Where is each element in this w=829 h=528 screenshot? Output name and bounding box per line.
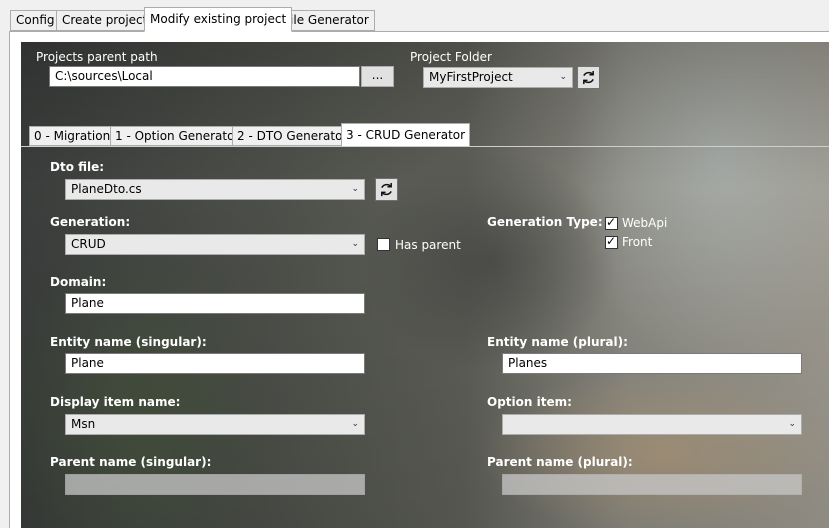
tab-modify-existing-project[interactable]: Modify existing project <box>144 7 293 32</box>
option-item-dropdown[interactable]: ⌄ <box>502 414 802 435</box>
display-item-dropdown[interactable]: Msn ⌄ <box>65 414 365 435</box>
project-folder-dropdown[interactable]: MyFirstProject ⌄ <box>423 67 573 88</box>
display-item-value: Msn <box>71 417 96 431</box>
subtab-divider <box>21 146 829 147</box>
chevron-down-icon: ⌄ <box>788 419 796 429</box>
webapi-checkbox[interactable] <box>605 215 618 230</box>
tab-config[interactable]: Config <box>10 10 61 31</box>
domain-label: Domain: <box>50 275 107 289</box>
entity-plural-input[interactable]: Planes <box>502 353 802 374</box>
tab-file-generator[interactable]: File Generator <box>278 10 375 31</box>
generation-dropdown[interactable]: CRUD ⌄ <box>65 234 365 255</box>
project-folder-value: MyFirstProject <box>429 70 513 84</box>
entity-singular-label: Entity name (singular): <box>50 335 207 349</box>
entity-plural-label: Entity name (plural): <box>487 335 628 349</box>
entity-singular-input[interactable]: Plane <box>65 353 365 374</box>
webapi-label: WebApi <box>622 216 668 230</box>
parent-singular-input[interactable] <box>65 474 365 495</box>
subtab-option-generator[interactable]: 1 - Option Generator <box>110 126 245 146</box>
parent-plural-label: Parent name (plural): <box>487 455 633 469</box>
project-folder-label: Project Folder <box>410 50 492 64</box>
has-parent-checkbox[interactable] <box>377 238 390 251</box>
chevron-down-icon: ⌄ <box>351 184 359 194</box>
refresh-icon <box>583 70 594 85</box>
projects-parent-path-label: Projects parent path <box>36 50 158 64</box>
option-item-label: Option item: <box>487 395 572 409</box>
dto-file-value: PlaneDto.cs <box>71 182 142 196</box>
parent-plural-input[interactable] <box>502 474 802 495</box>
generation-label: Generation: <box>50 215 131 229</box>
projects-parent-path-input[interactable]: C:\sources\Local <box>49 66 360 87</box>
generation-type-label: Generation Type: <box>487 215 603 229</box>
parent-singular-label: Parent name (singular): <box>50 455 212 469</box>
refresh-project-folder-button[interactable] <box>577 66 600 89</box>
display-item-label: Display item name: <box>50 395 181 409</box>
refresh-icon <box>381 182 392 197</box>
chevron-down-icon: ⌄ <box>351 419 359 429</box>
front-checkbox[interactable] <box>605 234 618 249</box>
domain-input[interactable]: Plane <box>65 293 365 314</box>
subtab-migration[interactable]: 0 - Migration <box>29 126 116 146</box>
dto-file-dropdown[interactable]: PlaneDto.cs ⌄ <box>65 179 365 200</box>
browse-button[interactable]: ... <box>361 66 394 87</box>
has-parent-label: Has parent <box>395 238 461 252</box>
chevron-down-icon: ⌄ <box>351 239 359 249</box>
chevron-down-icon: ⌄ <box>559 72 567 82</box>
dto-file-label: Dto file: <box>50 160 105 174</box>
front-label: Front <box>622 235 653 249</box>
refresh-dto-file-button[interactable] <box>375 178 398 201</box>
tab-create-project[interactable]: Create project <box>56 10 154 31</box>
generation-value: CRUD <box>71 237 106 251</box>
subtab-crud-generator[interactable]: 3 - CRUD Generator <box>341 123 471 147</box>
subtab-dto-generator[interactable]: 2 - DTO Generator <box>232 126 353 146</box>
